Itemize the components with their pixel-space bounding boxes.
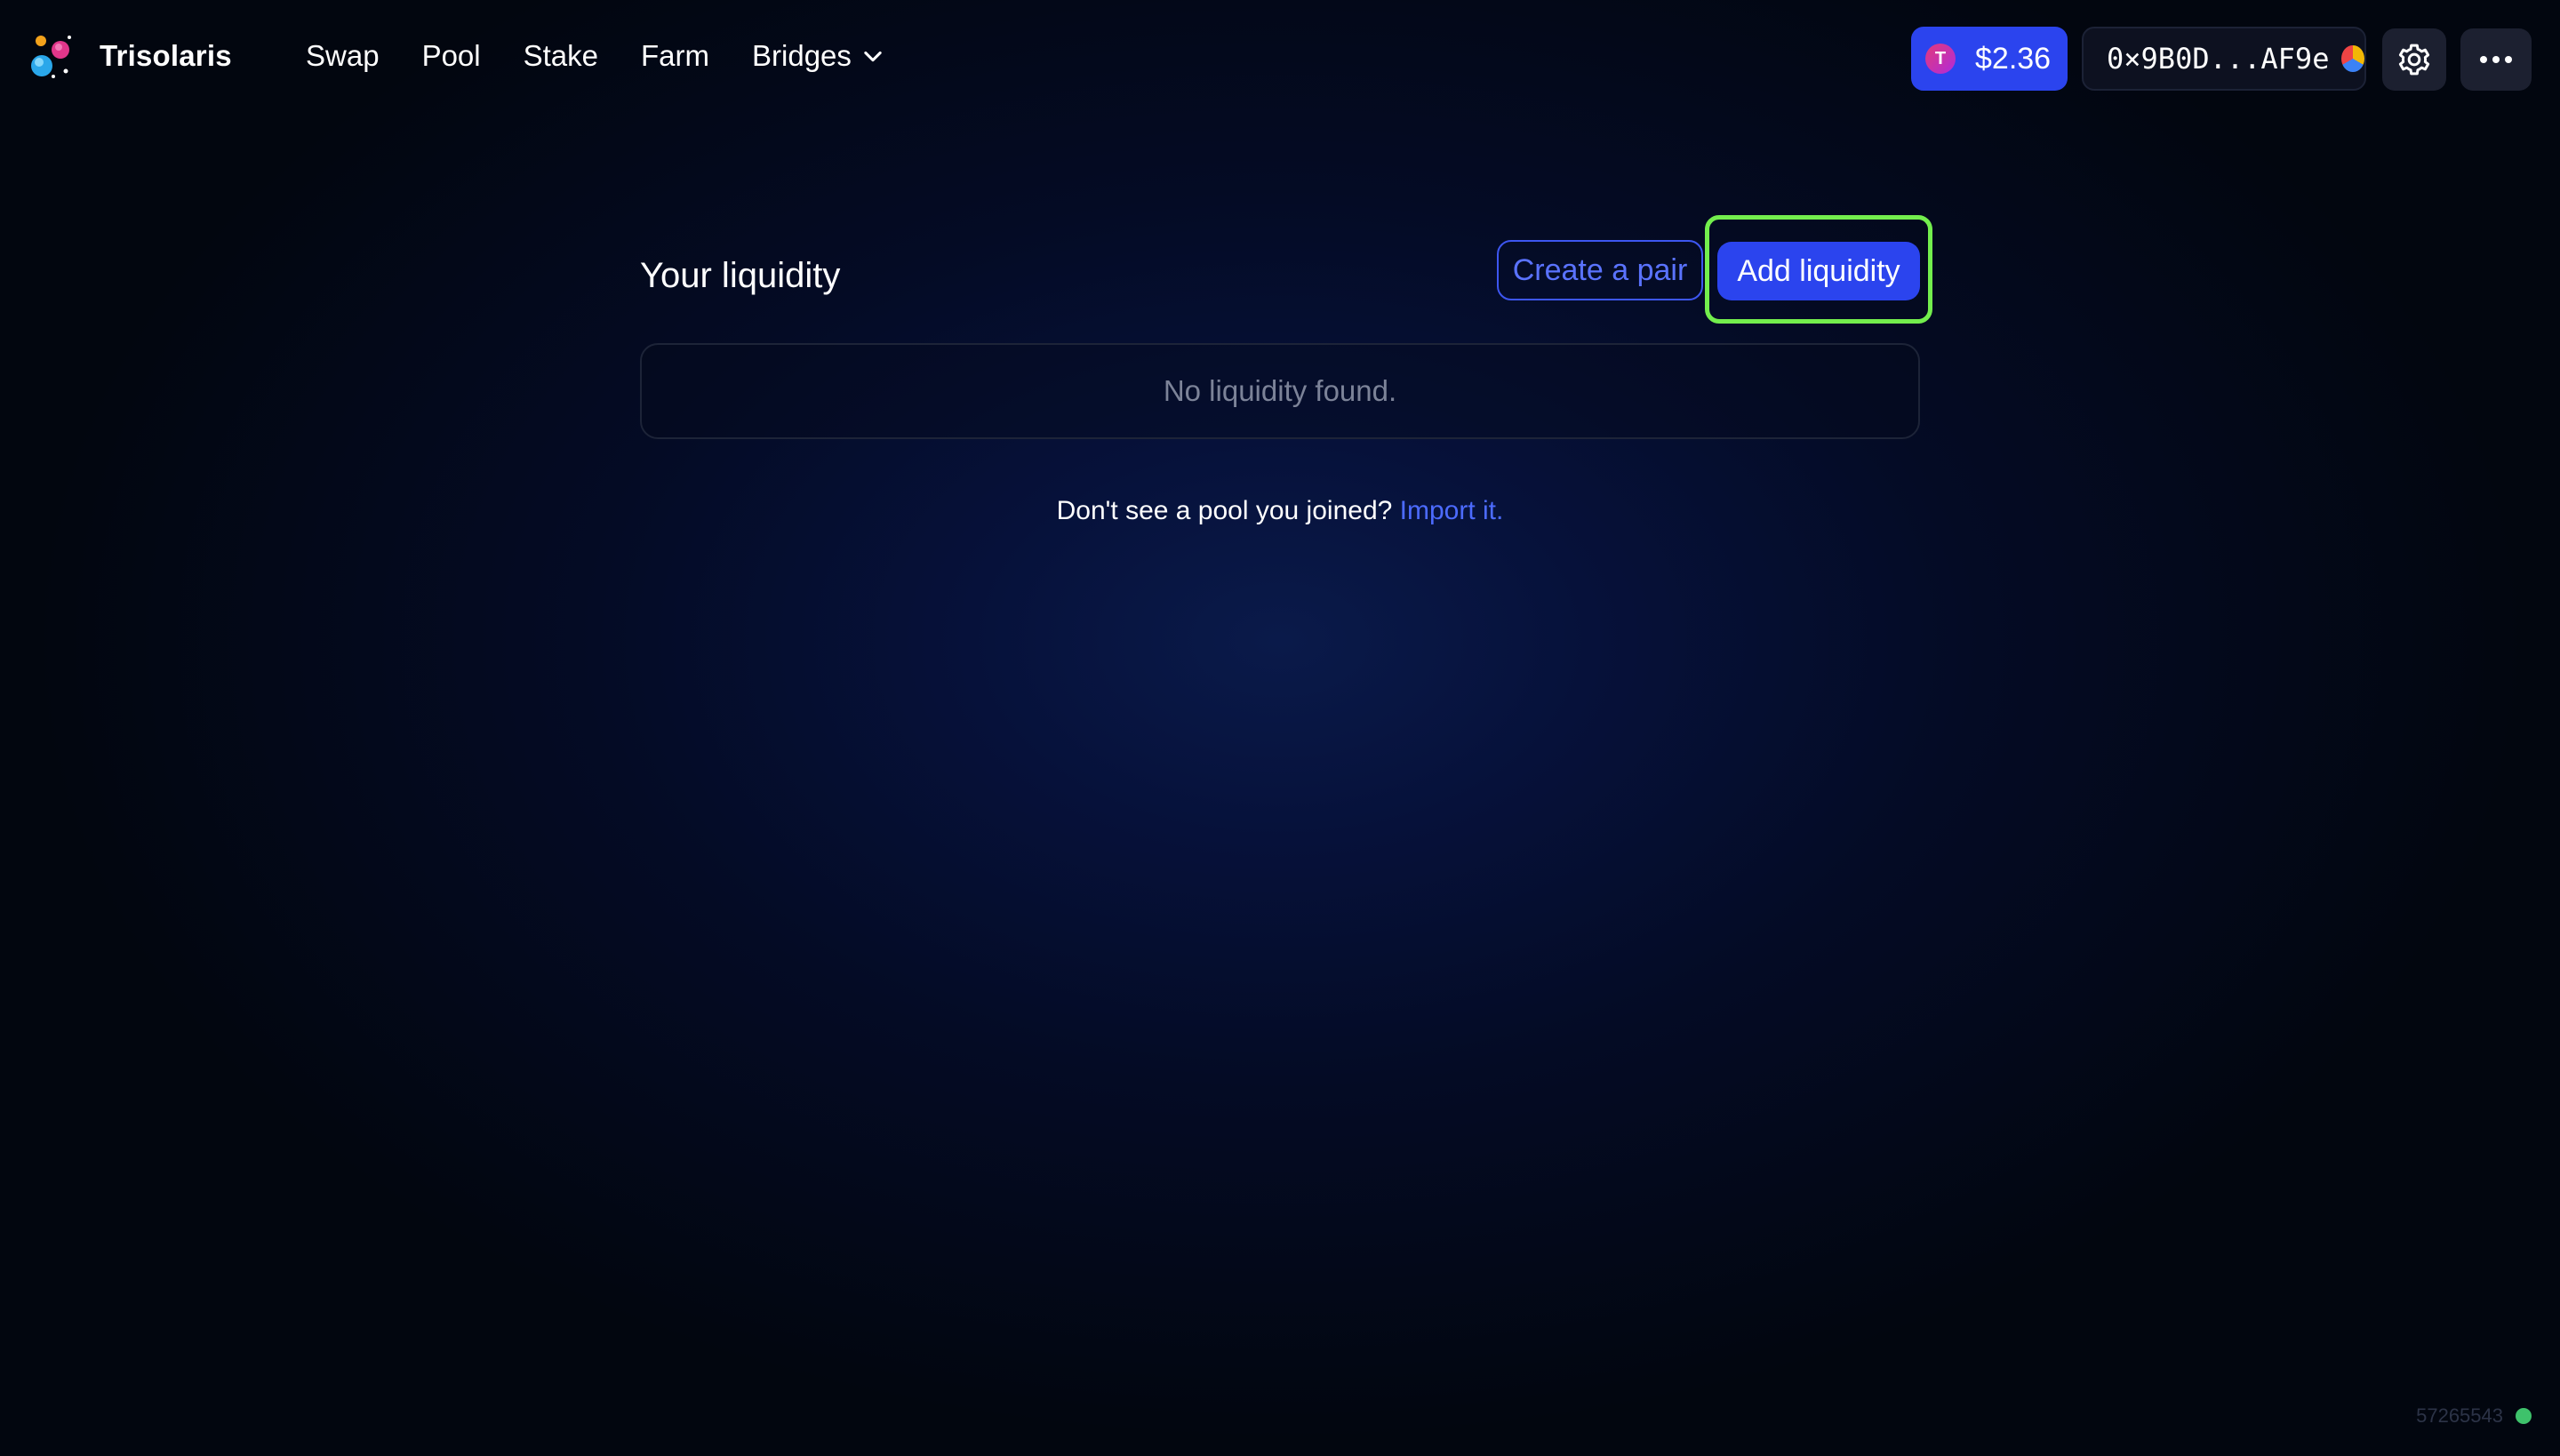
chevron-down-icon	[864, 51, 882, 62]
create-pair-button[interactable]: Create a pair	[1497, 240, 1703, 300]
block-number[interactable]: 57265543	[2382, 1404, 2503, 1428]
nav-stake[interactable]: Stake	[524, 39, 598, 73]
import-pool-prompt: Don't see a pool you joined? Import it.	[0, 496, 2560, 526]
token-price-button[interactable]: T $2.36	[1911, 27, 2068, 91]
nav-bridges-dropdown[interactable]: Bridges	[752, 39, 885, 73]
settings-button[interactable]	[2382, 28, 2446, 91]
nav-swap[interactable]: Swap	[306, 39, 380, 73]
top-header: Trisolaris Swap Pool Stake Farm Bridges …	[0, 0, 2560, 117]
nav-pool[interactable]: Pool	[422, 39, 481, 73]
wallet-avatar-icon	[2341, 45, 2364, 72]
token-price: $2.36	[1975, 41, 2052, 76]
import-prompt-text: Don't see a pool you joined?	[1056, 496, 1393, 525]
more-menu-button[interactable]	[2460, 28, 2532, 91]
brand-name[interactable]: Trisolaris	[100, 39, 232, 73]
wallet-account-button[interactable]: 0×9B0D...AF9e	[2082, 27, 2366, 91]
nav-farm[interactable]: Farm	[641, 39, 709, 73]
gear-icon	[2398, 44, 2430, 76]
trisolaris-logo-icon[interactable]	[27, 32, 75, 82]
wallet-address: 0×9B0D...AF9e	[2107, 42, 2330, 76]
network-status-dot	[2516, 1408, 2532, 1424]
page-title: Your liquidity	[640, 256, 841, 295]
nav-bridges-label: Bridges	[752, 39, 852, 72]
import-pool-link[interactable]: Import it.	[1400, 496, 1504, 525]
add-liquidity-button[interactable]: Add liquidity	[1717, 242, 1920, 300]
main-nav: Swap Pool Stake Farm Bridges	[306, 39, 885, 73]
liquidity-list-card: No liquidity found.	[640, 343, 1920, 439]
more-dots-icon	[2480, 56, 2512, 63]
tri-token-icon: T	[1925, 44, 1956, 74]
empty-state-message: No liquidity found.	[1163, 374, 1397, 407]
